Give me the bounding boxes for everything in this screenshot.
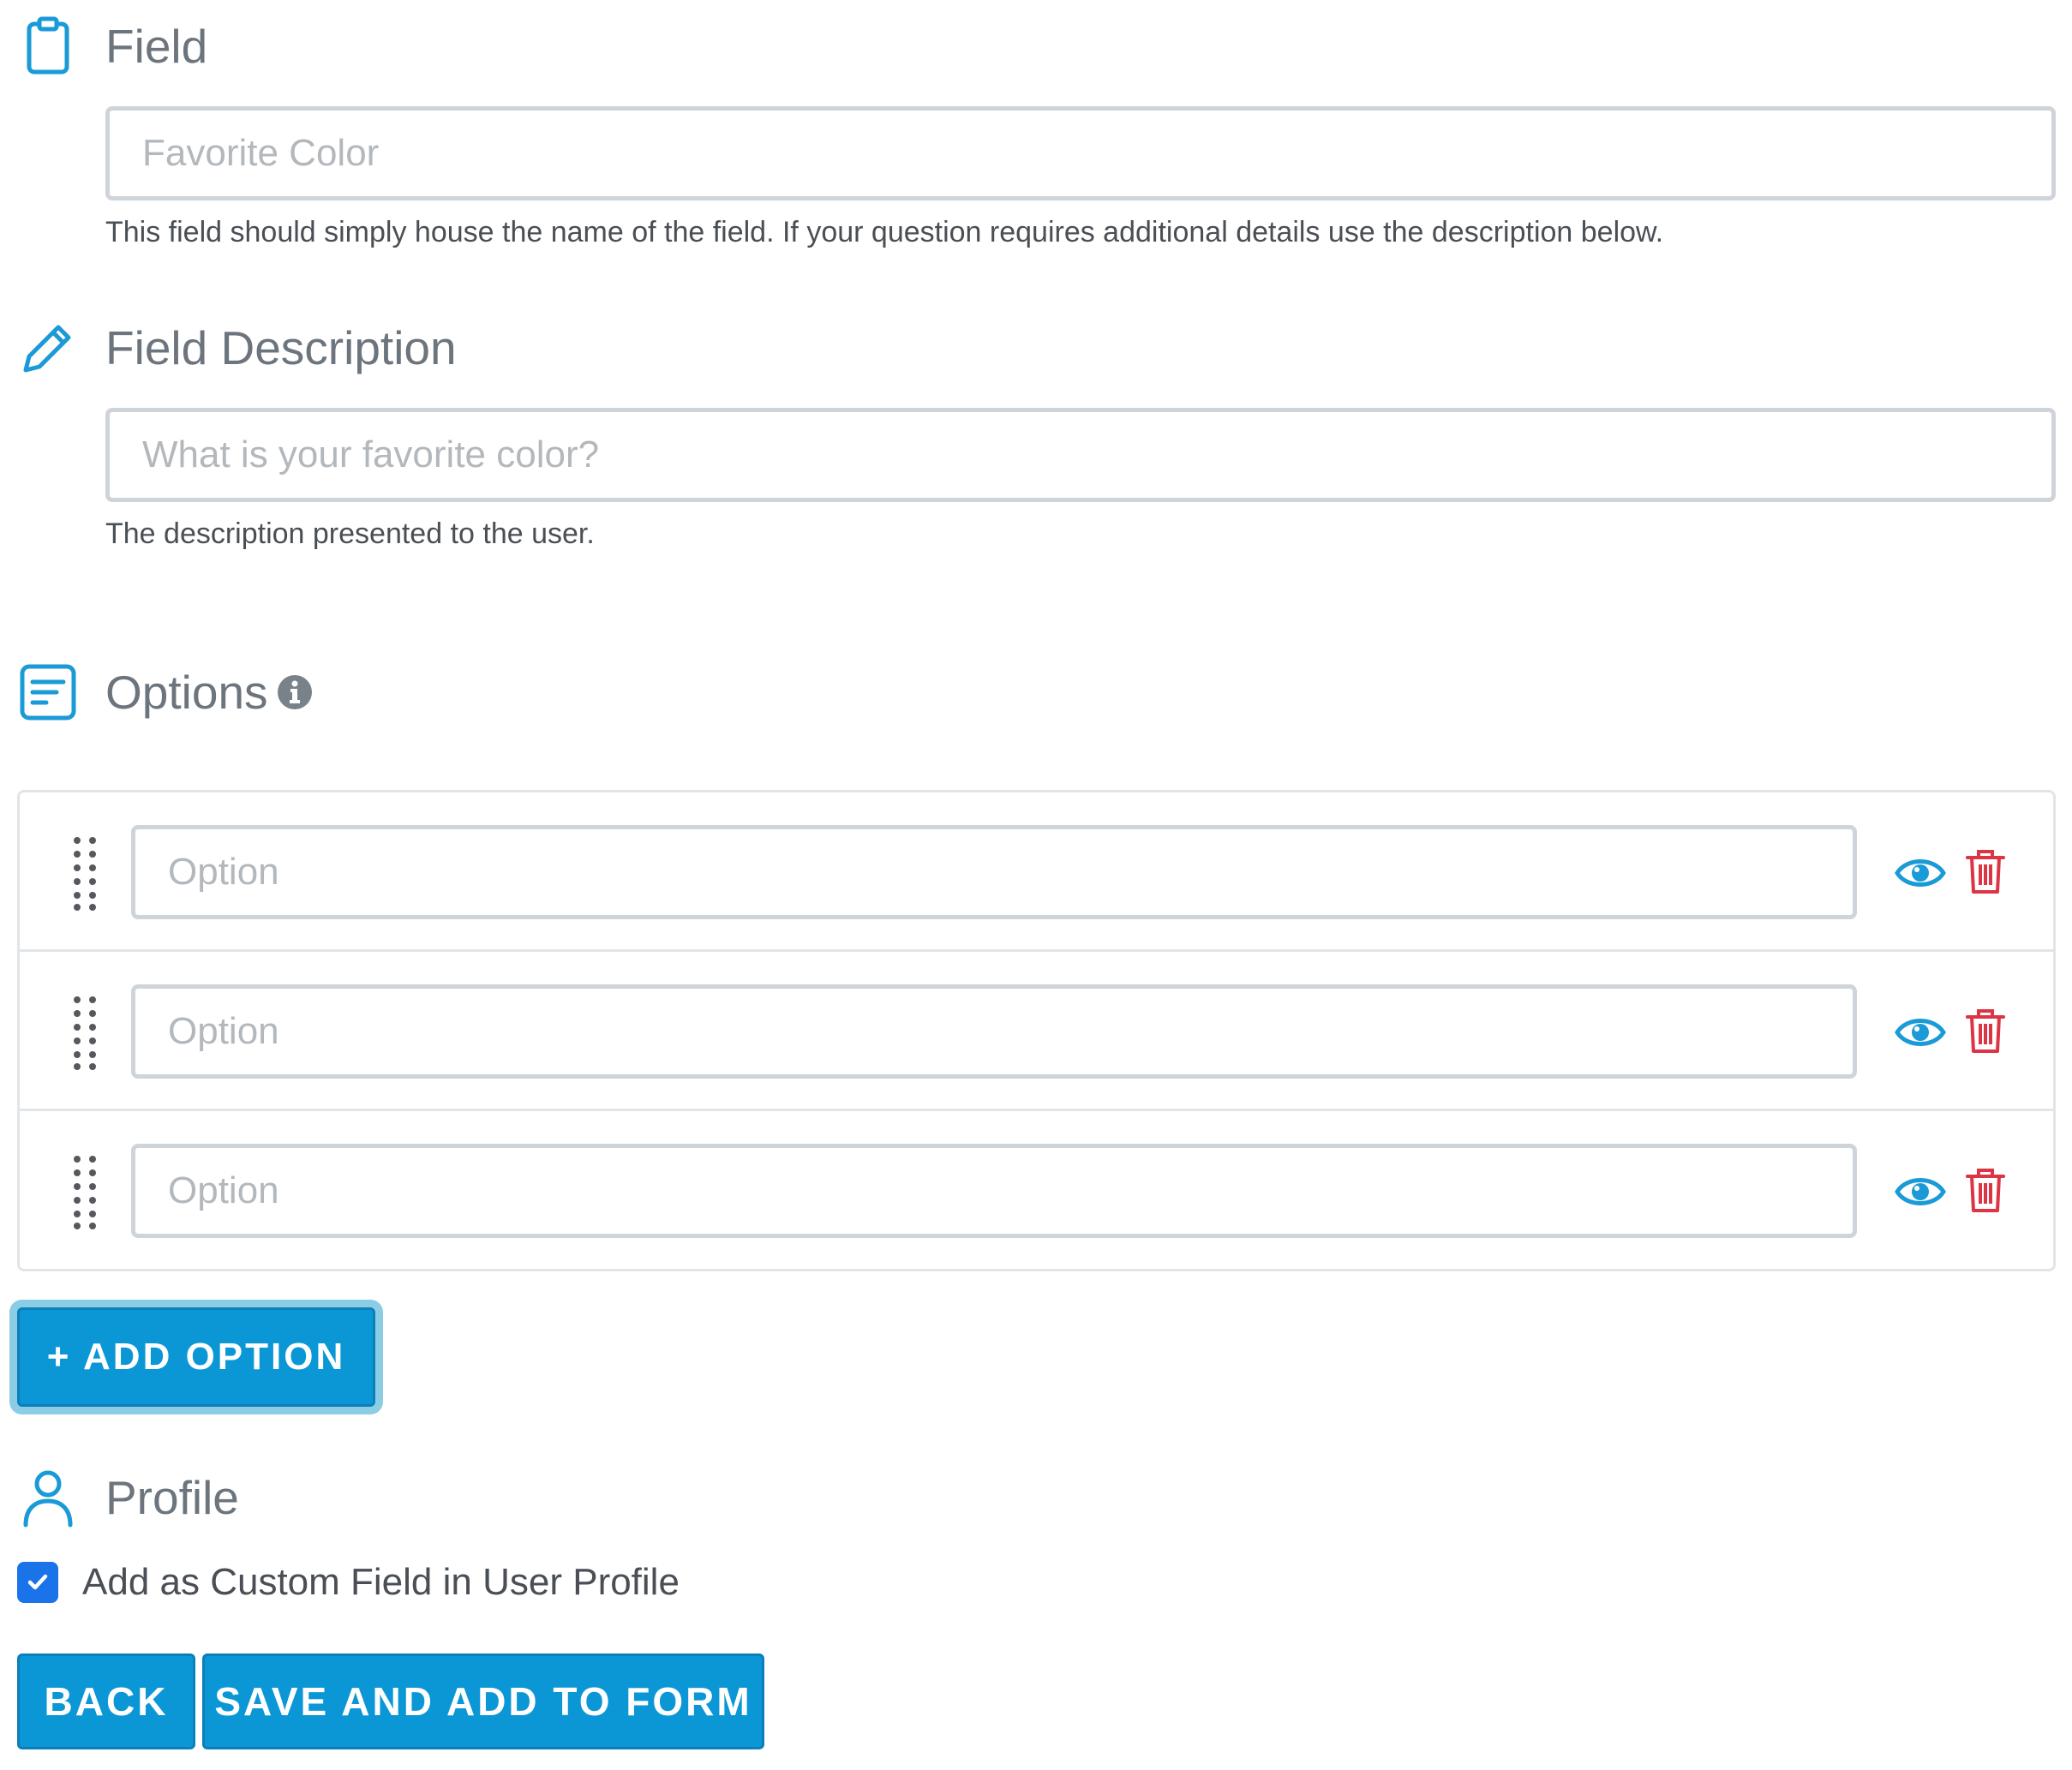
check-icon: [27, 1574, 48, 1590]
user-icon: [23, 1470, 73, 1528]
add-option-button[interactable]: + ADD OPTION: [17, 1307, 375, 1407]
description-title: Field Description: [105, 321, 457, 374]
options-title: Options: [105, 666, 268, 719]
trash-icon[interactable]: [1965, 1166, 2006, 1214]
trash-icon[interactable]: [1965, 1007, 2006, 1055]
list-icon: [20, 664, 76, 721]
eye-icon[interactable]: [1895, 852, 1946, 894]
field-help-text: This field should simply house the name …: [105, 216, 1664, 248]
description-help-text: The description presented to the user.: [105, 517, 595, 550]
trash-icon[interactable]: [1965, 847, 2006, 895]
option-input[interactable]: [131, 984, 1857, 1079]
pencil-icon: [23, 325, 71, 373]
option-input[interactable]: [131, 825, 1857, 919]
drag-handle-icon[interactable]: [69, 995, 100, 1072]
eye-icon[interactable]: [1895, 1012, 1946, 1053]
option-row: [20, 952, 2053, 1111]
custom-field-checkbox[interactable]: [17, 1562, 58, 1603]
field-editor-page: Field This field should simply house the…: [0, 0, 2072, 1770]
option-row: [20, 792, 2053, 952]
profile-title: Profile: [105, 1471, 239, 1524]
back-button[interactable]: BACK: [17, 1653, 195, 1749]
eye-icon[interactable]: [1895, 1171, 1946, 1212]
field-name-input[interactable]: [105, 106, 2056, 200]
drag-handle-icon[interactable]: [69, 835, 100, 912]
custom-field-checkbox-row: Add as Custom Field in User Profile: [17, 1561, 680, 1604]
field-description-input[interactable]: [105, 408, 2056, 502]
info-icon[interactable]: [277, 674, 313, 710]
save-and-add-button[interactable]: SAVE AND ADD TO FORM: [202, 1653, 764, 1749]
option-row: [20, 1111, 2053, 1271]
custom-field-checkbox-label: Add as Custom Field in User Profile: [82, 1561, 680, 1603]
drag-handle-icon[interactable]: [69, 1154, 100, 1231]
field-title: Field: [105, 20, 208, 73]
options-title-wrap: Options: [105, 661, 313, 723]
option-input[interactable]: [131, 1144, 1857, 1238]
options-list: [17, 790, 2056, 1271]
clipboard-icon: [27, 16, 69, 75]
